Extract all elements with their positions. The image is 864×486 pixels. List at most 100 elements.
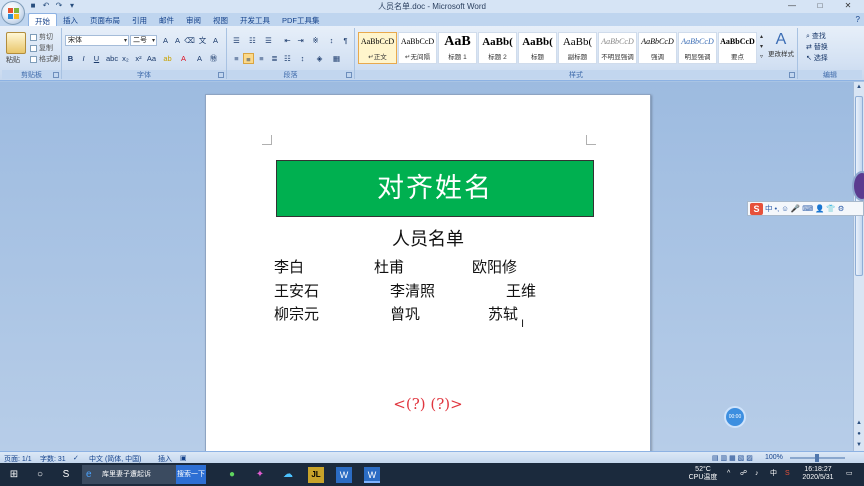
vertical-scrollbar[interactable]: ▲ ▲ ● ▼: [853, 82, 864, 451]
style-heading-2[interactable]: AaBb(标题 2: [478, 32, 517, 64]
red-placeholder-text[interactable]: <(?) (?)>: [206, 395, 650, 413]
document-heading[interactable]: 人员名单: [206, 225, 650, 251]
tray-ime-icon[interactable]: 中: [770, 470, 777, 478]
underline-icon[interactable]: U: [91, 53, 102, 64]
scroll-up-icon[interactable]: ▲: [854, 82, 864, 92]
justify-icon[interactable]: ≣: [269, 53, 280, 64]
tab-developer[interactable]: 开发工具: [234, 13, 276, 26]
emoji-icon[interactable]: ☺: [781, 204, 789, 213]
paste-icon[interactable]: [6, 32, 26, 54]
tab-page-layout[interactable]: 页面布局: [84, 13, 126, 26]
title-banner[interactable]: 对齐姓名: [276, 160, 594, 217]
enclose-char-icon[interactable]: ㊕: [208, 53, 219, 64]
tab-view[interactable]: 视图: [207, 13, 234, 26]
recorder-float-button[interactable]: 00:00: [724, 406, 746, 428]
name-cell[interactable]: 柳宗元: [274, 303, 319, 324]
app-word-icon[interactable]: W: [336, 467, 352, 483]
clear-format-icon[interactable]: ⌫: [184, 35, 195, 46]
name-cell[interactable]: 欧阳修: [472, 256, 517, 277]
select-button[interactable]: ↖ 选择: [806, 53, 828, 63]
keyboard-icon[interactable]: ⌨: [802, 204, 813, 213]
style-normal[interactable]: AaBbCcD ↵正文: [358, 32, 397, 64]
name-cell[interactable]: 李白: [274, 256, 304, 277]
superscript-icon[interactable]: x²: [133, 53, 144, 64]
app-word-active-icon[interactable]: W: [364, 467, 380, 483]
distribute-icon[interactable]: ☷: [282, 53, 293, 64]
align-left-icon[interactable]: ≡: [231, 53, 242, 64]
name-cell[interactable]: 王安石: [274, 280, 319, 301]
font-color-icon[interactable]: A: [178, 53, 189, 64]
microphone-icon[interactable]: 🎤: [791, 204, 800, 213]
italic-icon[interactable]: I: [78, 53, 89, 64]
notification-icon[interactable]: ▭: [846, 470, 853, 478]
paste-button-label[interactable]: 粘贴: [6, 55, 20, 65]
minimize-button[interactable]: —: [778, 0, 806, 12]
name-cell[interactable]: 李清照: [390, 280, 435, 301]
app-cloud-icon[interactable]: ☁: [280, 467, 296, 483]
ime-punct-toggle[interactable]: •,: [775, 204, 780, 213]
app-jl-icon[interactable]: JL: [308, 467, 324, 483]
zoom-level[interactable]: 100%: [765, 454, 783, 461]
styles-launcher[interactable]: [789, 72, 795, 78]
office-button[interactable]: [1, 1, 25, 25]
sogou-logo-icon[interactable]: S: [750, 202, 763, 215]
app-purple-icon[interactable]: ✦: [252, 467, 268, 483]
style-subtle-emphasis[interactable]: AaBbCcD 不明显强调: [598, 32, 637, 64]
next-page-icon[interactable]: ▼: [854, 440, 864, 450]
tab-review[interactable]: 审阅: [180, 13, 207, 26]
numbering-icon[interactable]: ☷: [247, 35, 258, 46]
macro-record-icon[interactable]: ▣: [180, 454, 187, 462]
grow-font-icon[interactable]: A: [160, 35, 171, 46]
bold-icon[interactable]: B: [65, 53, 76, 64]
settings-icon[interactable]: ⚙: [838, 204, 845, 213]
replace-button[interactable]: ⇄ 替换: [806, 42, 828, 52]
show-marks-icon[interactable]: ¶: [340, 35, 351, 46]
skin-icon[interactable]: 👕: [826, 204, 835, 213]
align-center-icon[interactable]: ≡: [243, 53, 254, 64]
style-title[interactable]: AaBb(标题: [518, 32, 557, 64]
chinese-layout-icon[interactable]: ※: [310, 35, 321, 46]
cpu-temperature[interactable]: 52°C CPU温度: [688, 466, 718, 482]
shrink-font-icon[interactable]: A: [172, 35, 183, 46]
increase-indent-icon[interactable]: ⇥: [295, 35, 306, 46]
name-cell[interactable]: 曾巩: [390, 303, 420, 324]
change-case-icon[interactable]: Aa: [146, 53, 157, 64]
document-page[interactable]: 对齐姓名 人员名单 李白 杜甫 欧阳修 王安石 李清照 王维 柳宗元 曾巩 苏轼…: [205, 94, 651, 451]
tray-chevron-icon[interactable]: ^: [727, 470, 730, 478]
char-border-icon[interactable]: A: [210, 35, 221, 46]
browse-object-icon[interactable]: ●: [854, 429, 864, 439]
name-cell[interactable]: 王维: [506, 280, 536, 301]
tab-pdf-tools[interactable]: PDF工具集: [276, 13, 326, 26]
phonetic-guide-icon[interactable]: 文: [197, 35, 208, 46]
decrease-indent-icon[interactable]: ⇤: [282, 35, 293, 46]
format-painter-button[interactable]: 格式刷: [30, 54, 60, 64]
user-icon[interactable]: 👤: [815, 204, 824, 213]
prev-page-icon[interactable]: ▲: [854, 418, 864, 428]
style-intense-emphasis[interactable]: AaBbCcD 明显强调: [678, 32, 717, 64]
shading-icon[interactable]: ◈: [314, 53, 325, 64]
copy-button[interactable]: 复制: [30, 43, 53, 53]
tray-sogou-icon[interactable]: S: [785, 470, 790, 478]
zoom-slider-thumb[interactable]: [815, 454, 819, 462]
spelling-check-icon[interactable]: ✓: [73, 454, 79, 462]
clock[interactable]: 16:18:27 2020/5/31: [800, 466, 836, 482]
change-styles-button[interactable]: A 更改样式: [766, 32, 796, 59]
name-cell[interactable]: 苏轼: [488, 303, 518, 324]
sort-icon[interactable]: ↕: [326, 35, 337, 46]
style-emphasis[interactable]: AaBbCcD 强调: [638, 32, 677, 64]
name-cell[interactable]: 杜甫: [374, 256, 404, 277]
char-shading-icon[interactable]: A: [194, 53, 205, 64]
windows-start-icon[interactable]: ⊞: [6, 467, 22, 483]
font-name-combo[interactable]: 宋体 ▾: [65, 35, 129, 46]
style-heading-1[interactable]: AaB 标题 1: [438, 32, 477, 64]
tab-mailings[interactable]: 邮件: [153, 13, 180, 26]
ime-toolbar[interactable]: S 中 •, ☺ 🎤 ⌨ 👤 👕 ⚙: [747, 201, 864, 216]
view-buttons[interactable]: ▤ ▥ ▦ ▧ ▨: [712, 454, 753, 462]
app-green-icon[interactable]: ●: [224, 467, 240, 483]
styles-scroll[interactable]: ▴ ▾ ▿: [758, 32, 765, 64]
search-icon[interactable]: ○: [32, 467, 48, 483]
font-size-combo[interactable]: 二号 ▾: [130, 35, 157, 46]
ime-mode-toggle[interactable]: 中: [765, 203, 773, 214]
subscript-icon[interactable]: x₂: [120, 53, 131, 64]
line-spacing-icon[interactable]: ↕: [297, 53, 308, 64]
